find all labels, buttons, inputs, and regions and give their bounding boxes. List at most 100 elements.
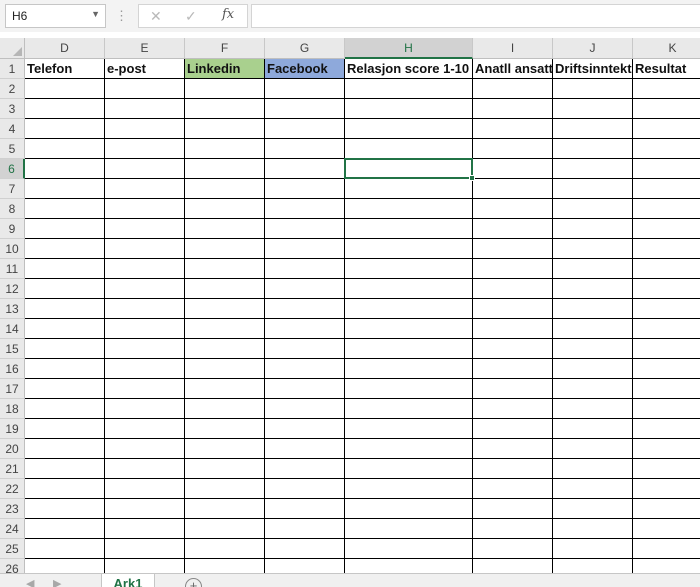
cell-k15[interactable]	[633, 339, 700, 359]
cell-i25[interactable]	[473, 539, 553, 559]
cell-f5[interactable]	[185, 139, 265, 159]
cell-g18[interactable]	[265, 399, 345, 419]
cell-i21[interactable]	[473, 459, 553, 479]
row-header-7[interactable]: 7	[0, 179, 25, 199]
cell-f22[interactable]	[185, 479, 265, 499]
cell-i12[interactable]	[473, 279, 553, 299]
select-all-corner[interactable]	[0, 38, 25, 59]
cell-j6[interactable]	[553, 159, 633, 179]
cell-e4[interactable]	[105, 119, 185, 139]
triangle-right-icon[interactable]: ▶	[53, 577, 61, 587]
drag-handle-icon[interactable]: ⋮	[115, 8, 128, 24]
cell-f23[interactable]	[185, 499, 265, 519]
cell-e15[interactable]	[105, 339, 185, 359]
row-header-22[interactable]: 22	[0, 479, 25, 499]
column-header-j[interactable]: J	[553, 38, 633, 59]
cell-f4[interactable]	[185, 119, 265, 139]
row-header-1[interactable]: 1	[0, 59, 25, 79]
cell-e10[interactable]	[105, 239, 185, 259]
cell-i24[interactable]	[473, 519, 553, 539]
cell-h17[interactable]	[345, 379, 473, 399]
cell-e18[interactable]	[105, 399, 185, 419]
cell-k13[interactable]	[633, 299, 700, 319]
cell-d5[interactable]	[25, 139, 105, 159]
cell-j5[interactable]	[553, 139, 633, 159]
cell-i6[interactable]	[473, 159, 553, 179]
name-box[interactable]: H6 ▼	[5, 4, 106, 28]
cell-f2[interactable]	[185, 79, 265, 99]
cell-d15[interactable]	[25, 339, 105, 359]
cell-f25[interactable]	[185, 539, 265, 559]
cell-j19[interactable]	[553, 419, 633, 439]
cell-k23[interactable]	[633, 499, 700, 519]
plus-circle-icon[interactable]: +	[185, 578, 202, 587]
cell-j13[interactable]	[553, 299, 633, 319]
cell-e2[interactable]	[105, 79, 185, 99]
cell-f6[interactable]	[185, 159, 265, 179]
cell-k8[interactable]	[633, 199, 700, 219]
cell-k21[interactable]	[633, 459, 700, 479]
cell-j17[interactable]	[553, 379, 633, 399]
row-header-14[interactable]: 14	[0, 319, 25, 339]
cell-d9[interactable]	[25, 219, 105, 239]
cell-h11[interactable]	[345, 259, 473, 279]
row-header-11[interactable]: 11	[0, 259, 25, 279]
cell-d4[interactable]	[25, 119, 105, 139]
cell-d2[interactable]	[25, 79, 105, 99]
cell-g7[interactable]	[265, 179, 345, 199]
cell-e3[interactable]	[105, 99, 185, 119]
cell-j18[interactable]	[553, 399, 633, 419]
cell-k17[interactable]	[633, 379, 700, 399]
cell-j11[interactable]	[553, 259, 633, 279]
row-header-12[interactable]: 12	[0, 279, 25, 299]
row-header-19[interactable]: 19	[0, 419, 25, 439]
cell-d25[interactable]	[25, 539, 105, 559]
cell-h9[interactable]	[345, 219, 473, 239]
row-header-21[interactable]: 21	[0, 459, 25, 479]
cell-e12[interactable]	[105, 279, 185, 299]
cell-e13[interactable]	[105, 299, 185, 319]
cell-k12[interactable]	[633, 279, 700, 299]
cell-h21[interactable]	[345, 459, 473, 479]
cell-h10[interactable]	[345, 239, 473, 259]
cell-g17[interactable]	[265, 379, 345, 399]
row-header-4[interactable]: 4	[0, 119, 25, 139]
cell-e21[interactable]	[105, 459, 185, 479]
cell-f10[interactable]	[185, 239, 265, 259]
cell-g1[interactable]: Facebook	[265, 59, 345, 79]
cell-g5[interactable]	[265, 139, 345, 159]
cell-k10[interactable]	[633, 239, 700, 259]
cell-h7[interactable]	[345, 179, 473, 199]
cell-j16[interactable]	[553, 359, 633, 379]
row-header-5[interactable]: 5	[0, 139, 25, 159]
cell-i19[interactable]	[473, 419, 553, 439]
cell-h15[interactable]	[345, 339, 473, 359]
cell-k1[interactable]: Resultat	[633, 59, 700, 79]
cell-g11[interactable]	[265, 259, 345, 279]
column-header-d[interactable]: D	[25, 38, 105, 59]
row-header-9[interactable]: 9	[0, 219, 25, 239]
cell-h4[interactable]	[345, 119, 473, 139]
cell-e25[interactable]	[105, 539, 185, 559]
cell-d23[interactable]	[25, 499, 105, 519]
cell-j10[interactable]	[553, 239, 633, 259]
cell-d22[interactable]	[25, 479, 105, 499]
row-header-6[interactable]: 6	[0, 159, 25, 179]
cell-e20[interactable]	[105, 439, 185, 459]
column-header-h[interactable]: H	[345, 38, 473, 59]
cell-k20[interactable]	[633, 439, 700, 459]
cell-j20[interactable]	[553, 439, 633, 459]
cell-h14[interactable]	[345, 319, 473, 339]
cell-d7[interactable]	[25, 179, 105, 199]
cell-f8[interactable]	[185, 199, 265, 219]
cell-e8[interactable]	[105, 199, 185, 219]
cell-g9[interactable]	[265, 219, 345, 239]
row-header-2[interactable]: 2	[0, 79, 25, 99]
row-header-16[interactable]: 16	[0, 359, 25, 379]
row-header-15[interactable]: 15	[0, 339, 25, 359]
cell-j15[interactable]	[553, 339, 633, 359]
cell-h20[interactable]	[345, 439, 473, 459]
cell-f15[interactable]	[185, 339, 265, 359]
formula-input[interactable]	[251, 4, 700, 28]
row-header-10[interactable]: 10	[0, 239, 25, 259]
